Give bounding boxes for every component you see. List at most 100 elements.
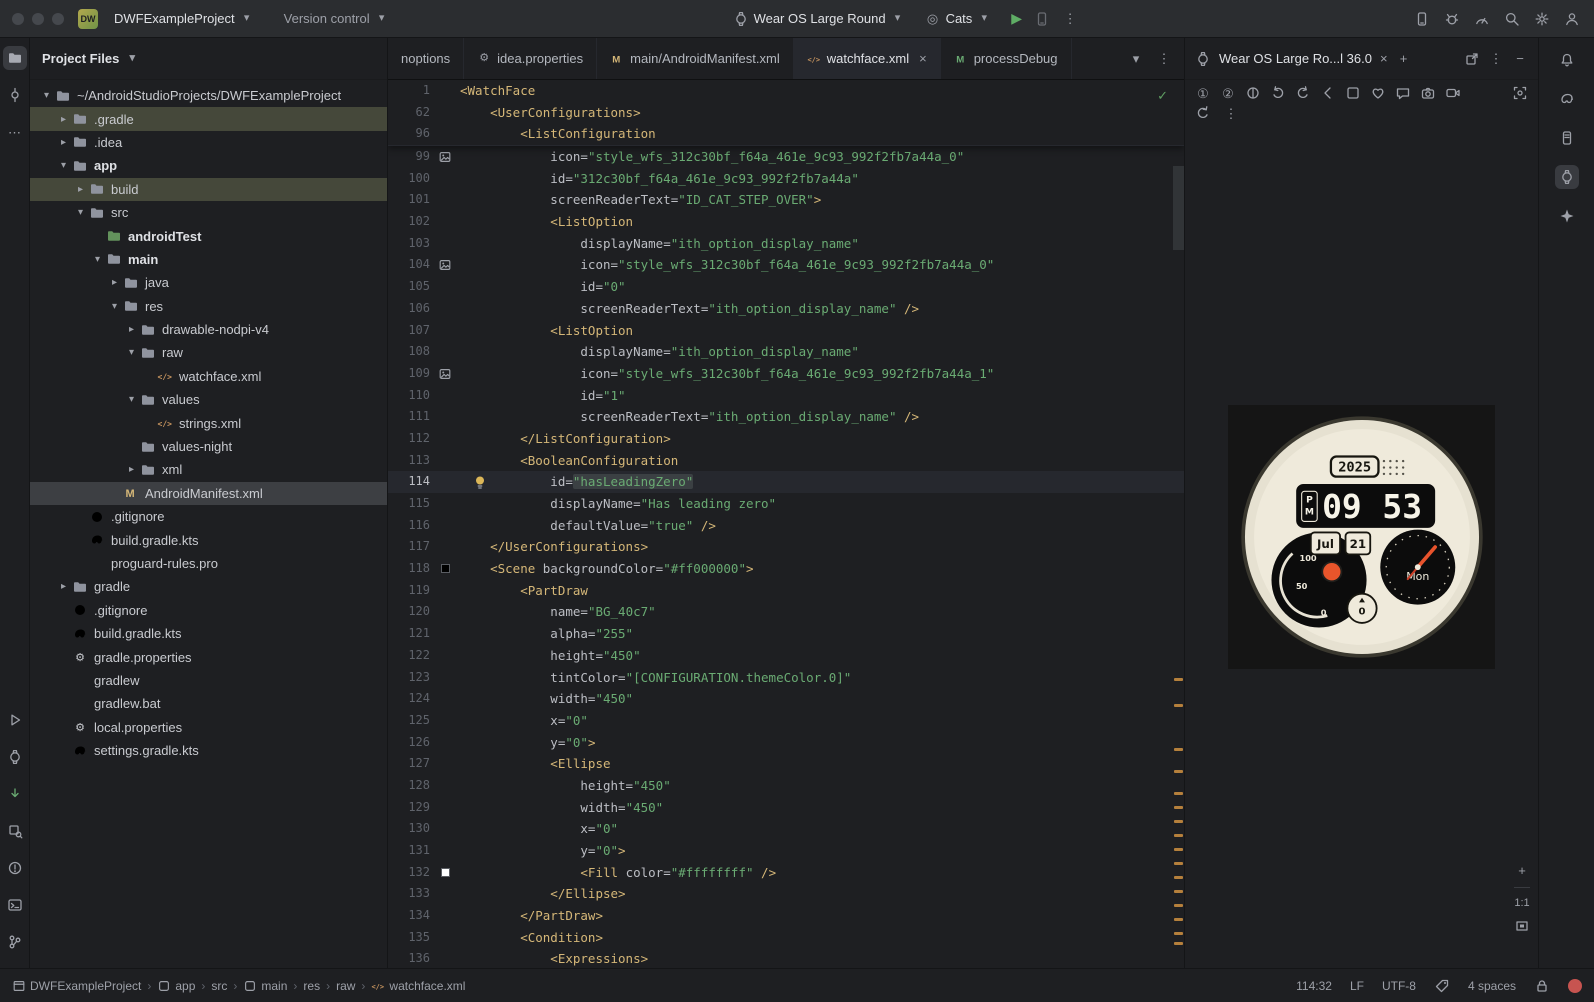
change-marker[interactable]: [1174, 890, 1183, 893]
change-marker[interactable]: [1174, 876, 1183, 879]
line-number[interactable]: 96: [388, 123, 430, 145]
line-number[interactable]: 120: [388, 601, 430, 623]
line-number[interactable]: 113: [388, 450, 430, 472]
code-line[interactable]: 128height="450": [388, 775, 1184, 797]
close-device-tab-icon[interactable]: ×: [1380, 51, 1388, 66]
line-number[interactable]: 131: [388, 840, 430, 862]
notifications-icon[interactable]: [1559, 52, 1575, 68]
tab-options-partial[interactable]: noptions: [388, 38, 464, 79]
tree-item[interactable]: proguard-rules.pro: [30, 552, 387, 575]
change-marker[interactable]: [1174, 792, 1183, 795]
change-marker[interactable]: [1174, 918, 1183, 921]
change-marker[interactable]: [1174, 932, 1183, 935]
code-line[interactable]: 116defaultValue="true" />: [388, 515, 1184, 537]
camera-icon[interactable]: [1420, 85, 1436, 101]
tree-item[interactable]: build.gradle.kts: [30, 622, 387, 645]
line-number[interactable]: 122: [388, 645, 430, 667]
code-line[interactable]: 125x="0": [388, 710, 1184, 732]
device-selector[interactable]: Wear OS Large Round ▾: [725, 7, 913, 31]
line-number[interactable]: 132: [388, 862, 430, 884]
chevron-down-icon[interactable]: ▾: [106, 301, 123, 312]
heart-rate-icon[interactable]: [1370, 85, 1386, 101]
color-swatch-white[interactable]: [441, 868, 450, 877]
add-device-tab-icon[interactable]: +: [1396, 51, 1412, 67]
encoding-indicator[interactable]: UTF-8: [1382, 979, 1416, 993]
change-marker[interactable]: [1174, 806, 1183, 809]
minimize-window-button[interactable]: [32, 13, 44, 25]
code-line[interactable]: 113<BooleanConfiguration: [388, 450, 1184, 472]
change-marker[interactable]: [1174, 770, 1183, 773]
code-line[interactable]: 129width="450": [388, 797, 1184, 819]
code-line[interactable]: 133</Ellipse>: [388, 883, 1184, 905]
watch-face-preview[interactable]: 2025 100 50 0 Mon: [1234, 409, 1490, 665]
wear-button-1-icon[interactable]: ①: [1195, 85, 1211, 101]
chevron-down-icon[interactable]: ▾: [55, 160, 72, 171]
device-explorer-icon[interactable]: [1559, 130, 1575, 146]
code-line[interactable]: 130x="0": [388, 818, 1184, 840]
git-branch-icon[interactable]: [7, 934, 23, 950]
gemini-icon[interactable]: [1559, 208, 1575, 224]
chevron-down-icon[interactable]: ▾: [123, 347, 140, 358]
line-number[interactable]: 117: [388, 536, 430, 558]
code-line[interactable]: 107<ListOption: [388, 320, 1184, 342]
breadcrumb-item[interactable]: main: [243, 979, 287, 993]
tree-item[interactable]: ▸xml: [30, 458, 387, 481]
line-number[interactable]: 121: [388, 623, 430, 645]
change-marker[interactable]: [1174, 820, 1183, 823]
change-marker[interactable]: [1174, 704, 1183, 707]
intention-bulb-icon[interactable]: [472, 474, 488, 490]
tree-item[interactable]: ▸.gradle: [30, 107, 387, 130]
tree-item[interactable]: ⚙gradle.properties: [30, 645, 387, 668]
line-number[interactable]: 62: [388, 102, 430, 124]
line-number[interactable]: 136: [388, 948, 430, 968]
line-number[interactable]: 123: [388, 667, 430, 689]
line-number[interactable]: 108: [388, 341, 430, 363]
running-devices-icon[interactable]: [7, 749, 23, 765]
line-number[interactable]: 124: [388, 688, 430, 710]
tree-item[interactable]: ▾app: [30, 154, 387, 177]
device-notifications-icon[interactable]: [1395, 85, 1411, 101]
profiler-arrow-icon[interactable]: [7, 786, 23, 802]
line-number[interactable]: 118: [388, 558, 430, 580]
hide-panel-icon[interactable]: −: [1512, 51, 1528, 67]
close-window-button[interactable]: [12, 13, 24, 25]
rotate-left-icon[interactable]: [1270, 85, 1286, 101]
line-number[interactable]: 125: [388, 710, 430, 732]
device-more-icon[interactable]: ⋮: [1223, 105, 1239, 121]
ai-assistant-icon[interactable]: [1444, 11, 1460, 27]
code-line[interactable]: 134</PartDraw>: [388, 905, 1184, 927]
tree-item[interactable]: ▸gradle: [30, 575, 387, 598]
tree-item[interactable]: ▾~/AndroidStudioProjects/DWFExampleProje…: [30, 84, 387, 107]
tree-item[interactable]: build.gradle.kts: [30, 528, 387, 551]
code-line[interactable]: 117</UserConfigurations>: [388, 536, 1184, 558]
editor-scrollbar[interactable]: [1173, 166, 1184, 250]
problems-icon[interactable]: [7, 860, 23, 876]
tree-item[interactable]: MAndroidManifest.xml: [30, 482, 387, 505]
change-marker[interactable]: [1174, 848, 1183, 851]
line-number[interactable]: 101: [388, 189, 430, 211]
chevron-right-icon[interactable]: ▸: [55, 114, 72, 125]
chevron-right-icon[interactable]: ▸: [123, 464, 140, 475]
reset-icon[interactable]: [1195, 105, 1211, 121]
caret-position[interactable]: 114:32: [1296, 979, 1332, 993]
chevron-right-icon[interactable]: ▸: [106, 277, 123, 288]
code-line[interactable]: 120name="BG_40c7": [388, 601, 1184, 623]
code-line[interactable]: 96<ListConfiguration: [388, 123, 1184, 145]
tree-item[interactable]: </>strings.xml: [30, 411, 387, 434]
change-marker[interactable]: [1174, 678, 1183, 681]
code-line[interactable]: 122height="450": [388, 645, 1184, 667]
run-configuration-selector[interactable]: ◎ Cats ▾: [917, 7, 1000, 31]
line-number[interactable]: 100: [388, 168, 430, 190]
chevron-down-icon[interactable]: ▾: [89, 254, 106, 265]
line-number[interactable]: 130: [388, 818, 430, 840]
palm-icon[interactable]: [1245, 85, 1261, 101]
tree-item[interactable]: gradlew.bat: [30, 692, 387, 715]
breadcrumb-item[interactable]: DWFExampleProject: [12, 979, 141, 993]
tree-item[interactable]: ▾res: [30, 295, 387, 318]
tree-item[interactable]: ▾values: [30, 388, 387, 411]
line-number[interactable]: 109: [388, 363, 430, 385]
run-button[interactable]: ▶: [1003, 6, 1030, 31]
line-number[interactable]: 112: [388, 428, 430, 450]
line-number[interactable]: 106: [388, 298, 430, 320]
zoom-in-button[interactable]: +: [1514, 862, 1530, 878]
